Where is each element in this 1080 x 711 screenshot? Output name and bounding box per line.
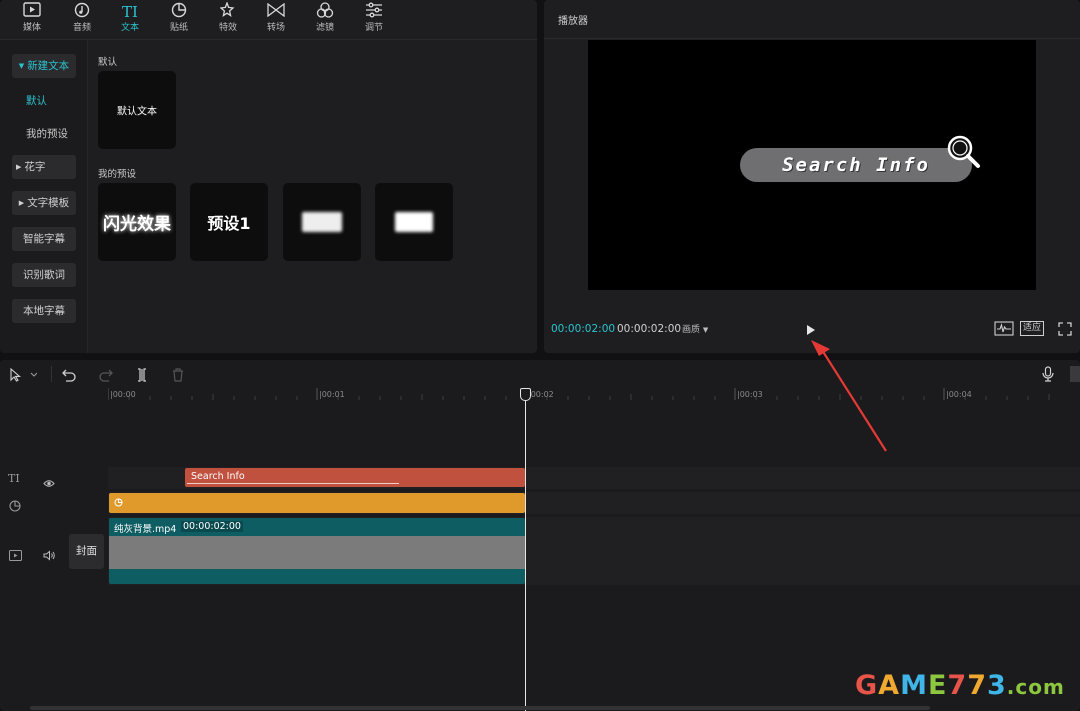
caret-down-icon: ▼: [18, 62, 25, 70]
media-icon: [10, 2, 54, 22]
ruler-tick-label: |00:03: [737, 390, 763, 399]
microphone-button[interactable]: [1042, 366, 1054, 386]
timeline-scrollbar-right[interactable]: [1070, 366, 1080, 382]
delete-button[interactable]: [172, 367, 184, 386]
eye-icon: [43, 480, 55, 487]
player-panel: 播放器 Search Info 00:00:02:00 00:00:02:00 …: [544, 0, 1080, 353]
tab-adjust[interactable]: 调节: [352, 2, 396, 38]
sidebar-item-smart-caption[interactable]: 智能字幕: [12, 227, 76, 251]
red-arrow-annotation: [811, 340, 887, 452]
blurred-preset-preview: [395, 212, 433, 232]
undo-button[interactable]: [62, 367, 76, 386]
player-title: 播放器: [558, 16, 588, 27]
blurred-preset-preview: [302, 212, 342, 232]
video-track-icon: [9, 546, 22, 565]
text-track-icon: TI: [8, 472, 20, 485]
sticker-track-icon: [9, 497, 21, 516]
default-section-title: 默认: [98, 57, 118, 68]
audio-icon: [60, 2, 104, 22]
sticker-clip[interactable]: [109, 493, 525, 513]
track-mute-toggle[interactable]: [43, 546, 56, 565]
sticker-clip-icon: [114, 498, 123, 507]
play-button[interactable]: [805, 322, 817, 336]
adjust-icon: [352, 2, 396, 22]
effects-icon: [206, 1, 250, 22]
sidebar-item-new-text[interactable]: ▼ 新建文本: [12, 54, 76, 78]
ruler-tick-label: |00:01: [319, 390, 345, 399]
sidebar-item-lyrics[interactable]: 识别歌词: [12, 263, 76, 287]
transition-icon: [254, 2, 298, 22]
preset-card-blurred-1[interactable]: [283, 183, 361, 261]
player-divider: [544, 38, 1080, 39]
preset-card-flash[interactable]: 闪光效果: [98, 183, 176, 261]
filter-icon: [303, 2, 347, 22]
redo-button[interactable]: [99, 367, 113, 386]
split-button[interactable]: [135, 367, 149, 386]
play-icon: [807, 325, 815, 335]
video-clip[interactable]: 纯灰背景.mp4 00:00:02:00: [109, 518, 525, 584]
time-ruler[interactable]: [108, 388, 1080, 402]
track-visibility-toggle[interactable]: [43, 473, 55, 492]
microphone-icon: [1042, 366, 1054, 382]
waveform-button[interactable]: [994, 321, 1014, 336]
tab-audio[interactable]: 音频: [60, 2, 104, 38]
video-preview[interactable]: Search Info: [588, 40, 1036, 290]
ruler-tick-label: |00:04: [946, 390, 972, 399]
playhead-handle[interactable]: [520, 388, 531, 401]
undo-icon: [62, 369, 76, 382]
text-clip[interactable]: Search Info: [185, 468, 525, 487]
default-text-card[interactable]: 默认文本: [98, 71, 176, 149]
toolbar-divider: [51, 366, 52, 382]
sidebar-item-text-template[interactable]: ▶ 文字模板: [12, 191, 76, 215]
tab-effects[interactable]: 特效: [206, 1, 250, 38]
total-time: 00:00:02:00: [617, 323, 682, 335]
ruler-tick-label: |00:02: [528, 390, 554, 399]
text-sidebar: ▼ 新建文本 默认 我的预设 ▶ 花字 ▶ 文字模板 智能字幕 识别歌词 本地字幕: [0, 40, 88, 353]
caret-right-icon: ▶: [16, 163, 22, 171]
current-time: 00:00:02:00: [551, 323, 616, 335]
cover-button[interactable]: 封面: [69, 534, 104, 569]
preset-card-blurred-2[interactable]: [375, 183, 453, 261]
tab-sticker[interactable]: 贴纸: [157, 2, 201, 38]
waveform-icon: [994, 321, 1014, 336]
fullscreen-button[interactable]: [1058, 321, 1072, 336]
sidebar-item-default[interactable]: 默认: [26, 93, 47, 108]
trash-icon: [173, 368, 183, 382]
tab-text[interactable]: TI 文本: [108, 2, 152, 38]
cursor-icon: [10, 367, 38, 382]
ruler-tick-label: |00:00: [110, 390, 136, 399]
redo-icon: [99, 369, 113, 382]
preview-search-pill: Search Info: [740, 148, 972, 182]
sticker-icon: [157, 2, 201, 22]
site-watermark: GAME773.com: [855, 670, 1065, 701]
sidebar-item-my-presets[interactable]: 我的预设: [26, 126, 68, 141]
fullscreen-icon: [1058, 322, 1072, 336]
sidebar-item-fancy-text[interactable]: ▶ 花字: [12, 155, 76, 179]
horizontal-scrollbar[interactable]: [30, 706, 930, 710]
tab-filter[interactable]: 滤镜: [303, 2, 347, 38]
tab-transition[interactable]: 转场: [254, 2, 298, 38]
preset-card-preset1[interactable]: 预设1: [190, 183, 268, 261]
video-thumbnail-strip: [109, 536, 525, 569]
speaker-icon: [43, 550, 55, 561]
split-icon: [138, 368, 146, 382]
clip-progress-line: [187, 483, 399, 484]
playhead-line[interactable]: [525, 394, 526, 711]
media-library-panel: 媒体 音频 TI 文本 贴纸 特效 转场 滤镜 调节 ▼ 新建文本 默认 我的预…: [0, 0, 537, 353]
timeline-toolbar: [0, 360, 1080, 388]
sidebar-item-local-caption[interactable]: 本地字幕: [12, 299, 76, 323]
presets-section-title: 我的预设: [98, 169, 137, 180]
magnifier-icon: [947, 135, 980, 168]
fit-button[interactable]: 适应: [1020, 321, 1044, 336]
chevron-down-icon: ▼: [702, 326, 709, 334]
text-icon: TI: [122, 3, 138, 21]
tab-media[interactable]: 媒体: [10, 2, 54, 38]
caret-right-icon: ▶: [18, 199, 25, 207]
timeline-panel: |00:00 |00:01 |00:02 |00:03 |00:04 TI 封面…: [0, 360, 1080, 711]
quality-dropdown[interactable]: 画质 ▼: [682, 322, 708, 335]
select-tool-button[interactable]: [9, 367, 38, 386]
